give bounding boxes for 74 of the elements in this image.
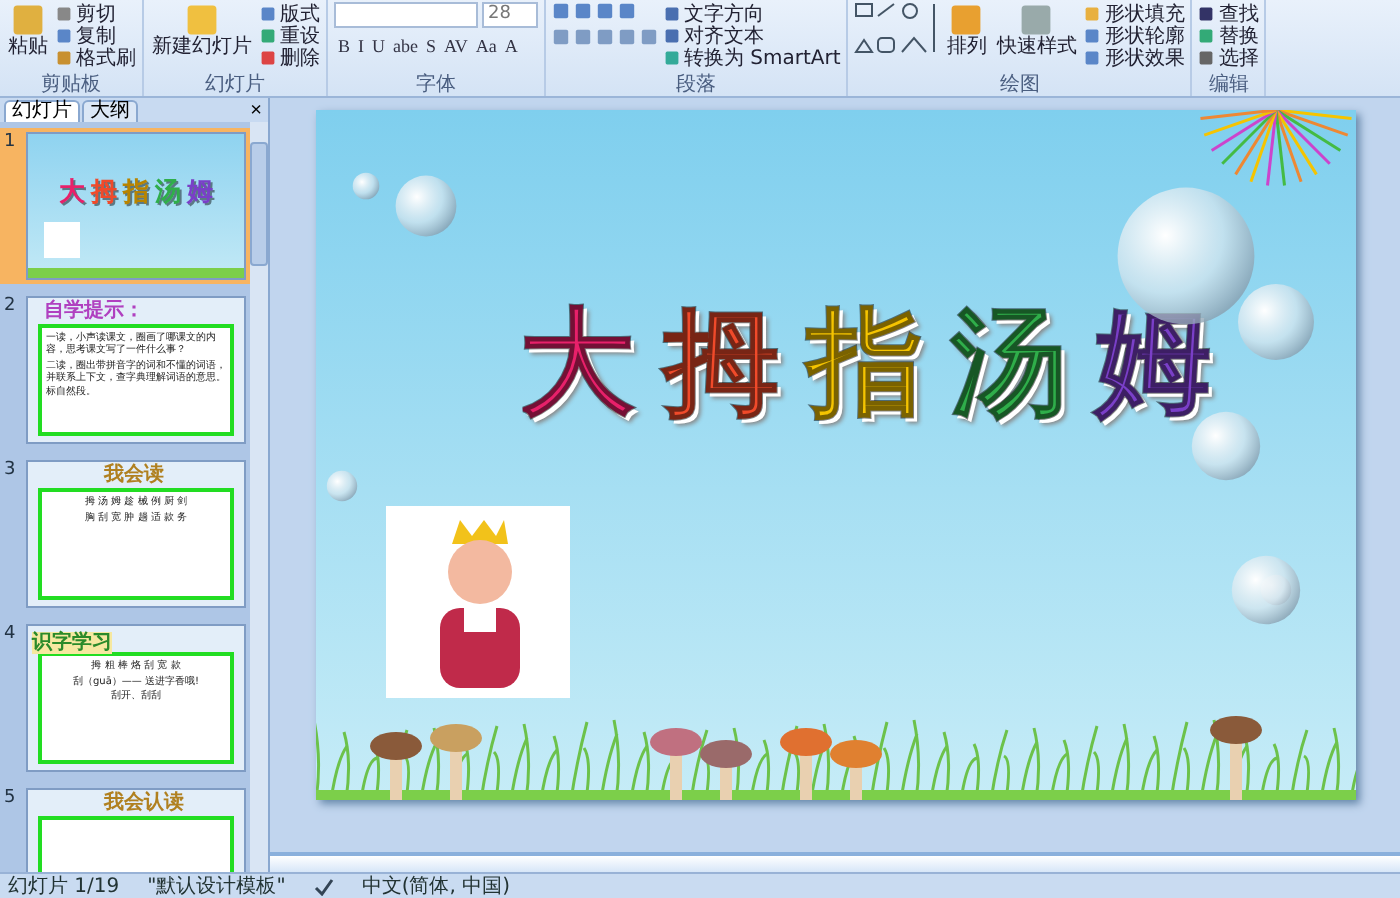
slide-heading: 我会认读 xyxy=(104,792,184,814)
font-size-field[interactable]: 28 xyxy=(482,2,538,28)
scrollbar[interactable] xyxy=(250,122,268,872)
slide-badge: 识字学习 xyxy=(32,632,112,654)
ribbon-button[interactable]: 格式刷 xyxy=(56,46,136,68)
bubble-icon xyxy=(325,470,357,502)
ribbon-button[interactable]: 形状效果 xyxy=(1084,46,1185,68)
ribbon-icon xyxy=(184,2,220,38)
status-text: 中文(简体, 中国) xyxy=(361,875,511,897)
ribbon-button[interactable]: 复制 xyxy=(56,24,136,46)
spellcheck-icon[interactable] xyxy=(313,877,334,895)
format-button[interactable]: Aa xyxy=(471,36,501,58)
ribbon-button[interactable]: 新建幻灯片 xyxy=(150,2,254,58)
ribbon-button[interactable]: 删除 xyxy=(260,46,320,68)
shapes-gallery-icon[interactable] xyxy=(854,2,939,56)
format-button[interactable]: A xyxy=(500,36,522,58)
slide-number: 4 xyxy=(4,624,18,644)
ribbon-button[interactable]: 查找 xyxy=(1198,2,1259,24)
ribbon-button[interactable]: 重设 xyxy=(260,24,320,46)
title-character: 汤 xyxy=(155,176,181,210)
format-button[interactable]: AV xyxy=(440,36,472,58)
slide-heading: 我会读 xyxy=(104,464,164,486)
format-button[interactable]: U xyxy=(368,36,390,58)
slide-number: 5 xyxy=(4,788,18,808)
title-character: 指 xyxy=(123,176,149,210)
ribbon-button[interactable]: 转换为 SmartArt xyxy=(664,46,841,68)
format-button[interactable]: I xyxy=(354,36,369,58)
font-name-field[interactable] xyxy=(334,2,478,28)
ribbon-icon xyxy=(948,2,985,38)
format-button[interactable]: abe xyxy=(389,36,423,58)
panel-tab[interactable]: 大纲 xyxy=(82,100,138,122)
ribbon-icon xyxy=(1018,2,1055,38)
slide-thumbnail-row[interactable]: 5 我会认读 xyxy=(0,784,250,872)
group-label: 剪贴板 xyxy=(39,74,103,96)
close-button[interactable]: × xyxy=(244,102,268,122)
ribbon-button[interactable]: 排列 xyxy=(944,2,989,58)
slide-heading: 自学提示： xyxy=(44,300,144,322)
bubble-icon xyxy=(393,174,457,238)
title-character: 拇 xyxy=(663,292,779,434)
format-button[interactable]: S xyxy=(422,36,441,58)
panel-tab[interactable]: 幻灯片 xyxy=(4,100,80,122)
ribbon-button[interactable]: 文字方向 xyxy=(664,2,841,24)
slide-number: 2 xyxy=(4,296,18,316)
ribbon-button[interactable]: 版式 xyxy=(260,2,320,24)
status-text: "默认设计模板" xyxy=(147,875,286,897)
ribbon-button[interactable]: 选择 xyxy=(1198,46,1259,68)
bubble-icon xyxy=(1229,554,1301,626)
ribbon-button[interactable]: 对齐文本 xyxy=(664,24,841,46)
title-character: 大 xyxy=(59,176,85,210)
bubble-icon xyxy=(351,172,379,200)
slide-number: 1 xyxy=(4,132,18,152)
group-label: 段落 xyxy=(674,74,719,96)
ribbon-button[interactable]: 快速样式 xyxy=(994,2,1079,58)
ribbon-button[interactable]: 形状轮廓 xyxy=(1084,24,1185,46)
title-character: 拇 xyxy=(91,176,117,210)
ribbon-button[interactable]: 形状填充 xyxy=(1084,2,1185,24)
ribbon-icon xyxy=(10,2,46,38)
slide-thumbnail-row[interactable]: 1 大 拇 指 汤 姆 xyxy=(0,128,250,284)
title-character: 姆 xyxy=(187,176,213,210)
title-character: 大 xyxy=(519,292,635,434)
group-label: 绘图 xyxy=(997,74,1042,96)
status-text: 幻灯片 1/19 xyxy=(8,875,120,897)
group-label: 幻灯片 xyxy=(203,74,267,96)
group-label: 编辑 xyxy=(1206,74,1251,96)
ribbon-button[interactable]: 剪切 xyxy=(56,2,136,24)
format-button[interactable]: B xyxy=(334,36,355,58)
illustration-placeholder xyxy=(44,222,80,258)
title-character: 指 xyxy=(807,292,923,434)
ribbon-button[interactable]: 粘贴 xyxy=(6,2,50,58)
title-character: 姆 xyxy=(1095,292,1211,434)
group-label: 字体 xyxy=(414,74,458,96)
slide-number: 3 xyxy=(4,460,18,480)
title-character: 汤 xyxy=(951,292,1067,434)
ribbon-button[interactable]: 替换 xyxy=(1198,24,1259,46)
